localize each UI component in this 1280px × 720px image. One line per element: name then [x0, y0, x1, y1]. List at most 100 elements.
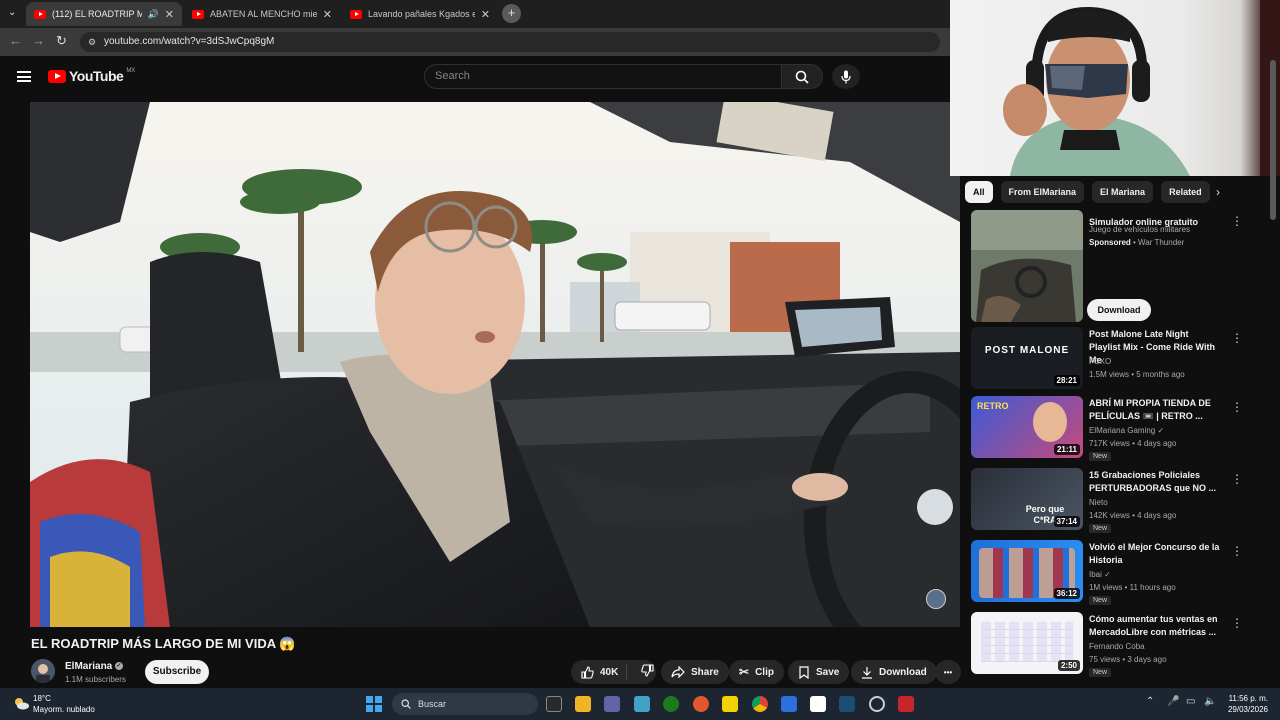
new-badge: New [1089, 452, 1112, 461]
video-thumbnail[interactable]: POST MALONE 28:21 [971, 327, 1083, 389]
video-duration: 36:12 [1053, 588, 1080, 599]
browser-tab-2[interactable]: ABATEN AL MENCHO mientras ✕ [184, 2, 340, 26]
forward-arrow-icon[interactable]: → [32, 33, 45, 48]
like-button[interactable]: 40K [571, 664, 628, 680]
download-button[interactable]: Download [851, 660, 937, 684]
subscriber-count: 1.1M subscribers [65, 675, 126, 684]
thumbnail-text: RETRO [977, 401, 1009, 411]
app-icon-circle[interactable] [869, 696, 885, 712]
chip-related[interactable]: Related [1161, 181, 1210, 203]
volume-icon[interactable]: 🔈 [1204, 696, 1216, 707]
more-vert-icon[interactable]: ⋮ [1231, 214, 1243, 228]
chevron-up-icon[interactable]: ⌃ [1146, 696, 1154, 707]
chrome-icon[interactable] [752, 696, 768, 712]
chip-from-channel[interactable]: From ElMariana [1000, 181, 1085, 203]
more-actions-button[interactable]: ••• [935, 660, 961, 684]
chip-el-mariana[interactable]: El Mariana [1092, 181, 1154, 203]
channel-name[interactable]: ElMariana ✓ [65, 661, 124, 672]
tab-title: (112) EL ROADTRIP MÁS LA [52, 9, 142, 19]
app-icon-yellow[interactable] [722, 696, 738, 712]
taskbar-search[interactable]: Buscar [392, 693, 538, 715]
video-thumbnail[interactable]: Pero que C*RA 37:14 [971, 468, 1083, 530]
ad-download-button[interactable]: Download [1087, 299, 1151, 321]
channel-avatar[interactable] [31, 659, 55, 683]
like-count: 40K [600, 666, 619, 678]
file-explorer-icon[interactable] [575, 696, 591, 712]
browser-toolbar: ← → ↻ ⚙ youtube.com/watch?v=3dSJwCpq8gM [0, 28, 950, 56]
clock-time[interactable]: 11:56 p. m. [1228, 694, 1268, 703]
app-icon-epic[interactable] [546, 696, 562, 712]
site-info-icon[interactable]: ⚙ [88, 32, 96, 52]
address-bar[interactable]: ⚙ youtube.com/watch?v=3dSJwCpq8gM [80, 32, 940, 52]
teams-icon[interactable] [604, 696, 620, 712]
youtube-logo[interactable]: YouTube MX [48, 68, 135, 84]
share-label: Share [691, 666, 719, 678]
browser-tab-1[interactable]: (112) EL ROADTRIP MÁS LA 🔊 ✕ [26, 2, 182, 26]
video-title: EL ROADTRIP MÁS LARGO DE MI VIDA 😱 [31, 636, 296, 651]
verified-icon: ✓ [1157, 426, 1165, 435]
video-thumbnail[interactable]: 36:12 [971, 540, 1083, 602]
dislike-button[interactable] [633, 664, 662, 680]
sponsored-card[interactable]: Simulador online gratuito Juego de vehíc… [971, 210, 1261, 322]
thumbs-up-icon [581, 665, 594, 679]
tab-title: ABATEN AL MENCHO mientras [210, 9, 317, 19]
browser-tab-3[interactable]: Lavando pañales Kgados en La ✕ [342, 2, 498, 26]
photos-icon[interactable] [634, 696, 650, 712]
filter-chips: All From ElMariana El Mariana Related [965, 181, 1210, 203]
search-button[interactable] [781, 64, 823, 89]
more-vert-icon[interactable]: ⋮ [1231, 472, 1243, 486]
chip-all[interactable]: All [965, 181, 993, 203]
list-item[interactable]: Pero que C*RA 37:14 15 Grabaciones Polic… [971, 468, 1261, 534]
menu-icon[interactable] [17, 71, 31, 82]
more-vert-icon[interactable]: ⋮ [1231, 544, 1243, 558]
video-duration: 2:50 [1057, 660, 1080, 671]
tab-close-icon[interactable]: ✕ [481, 8, 490, 21]
rec-channel: ElMariana Gaming ✓ [1089, 426, 1164, 435]
rec-subtitle: Juego de vehículos militares [1089, 225, 1190, 234]
more-vert-icon[interactable]: ⋮ [1231, 400, 1243, 414]
chevron-right-icon[interactable]: › [1216, 185, 1220, 199]
more-vert-icon[interactable]: ⋮ [1231, 616, 1243, 630]
app-icon-orange[interactable] [693, 696, 709, 712]
reload-icon[interactable]: ↻ [56, 33, 67, 49]
speaker-icon[interactable]: 🔊 [148, 9, 159, 20]
video-thumbnail[interactable]: 2:50 [971, 612, 1083, 674]
voice-search-button[interactable] [832, 64, 860, 89]
taskbar-search-label: Buscar [418, 699, 447, 709]
app-icon-blue[interactable] [781, 696, 797, 712]
clip-button[interactable]: ✂ Clip [729, 660, 784, 684]
tab-list-chevron-icon[interactable]: ⌄ [8, 7, 16, 18]
microphone-tray-icon[interactable]: 🎤 [1167, 696, 1179, 707]
xbox-icon[interactable] [663, 696, 679, 712]
webcam-overlay [950, 0, 1280, 176]
scrollbar[interactable] [1270, 60, 1276, 220]
channel-watermark-icon[interactable] [926, 589, 946, 609]
tab-close-icon[interactable]: ✕ [165, 8, 174, 21]
windows-start-icon[interactable] [366, 696, 382, 712]
thumbnail-dashboard [981, 622, 1073, 662]
list-item[interactable]: 2:50 Cómo aumentar tus ventas en Mercado… [971, 612, 1261, 678]
clock-date[interactable]: 29/03/2026 [1218, 705, 1268, 714]
back-arrow-icon[interactable]: ← [9, 33, 22, 48]
list-item[interactable]: POST MALONE 28:21 Post Malone Late Night… [971, 327, 1261, 389]
list-item[interactable]: RETRO 21:11 ABRÍ MI PROPIA TIENDA DE PEL… [971, 396, 1261, 462]
video-player[interactable] [30, 102, 960, 627]
capcut-icon[interactable] [810, 696, 826, 712]
verified-icon: ✓ [1104, 570, 1111, 579]
subscribe-button[interactable]: Subscribe [145, 660, 209, 684]
search-input[interactable]: Search [424, 64, 782, 89]
save-button[interactable]: Save [788, 660, 850, 684]
list-item[interactable]: 36:12 Volvió el Mejor Concurso de la His… [971, 540, 1261, 606]
rec-meta: 142K views • 4 days ago [1089, 511, 1177, 520]
more-vert-icon[interactable]: ⋮ [1231, 331, 1243, 345]
new-tab-button[interactable]: + [502, 4, 521, 23]
url-text: youtube.com/watch?v=3dSJwCpq8gM [104, 36, 275, 47]
video-thumbnail[interactable]: RETRO 21:11 [971, 396, 1083, 458]
app-icon-dark[interactable] [839, 696, 855, 712]
share-button[interactable]: Share [661, 660, 729, 684]
network-icon[interactable]: ▭ [1186, 696, 1195, 707]
rec-title: ABRÍ MI PROPIA TIENDA DE PELÍCULAS 📼 | R… [1089, 398, 1211, 421]
tab-close-icon[interactable]: ✕ [323, 8, 332, 21]
app-icon-red[interactable] [898, 696, 914, 712]
ad-thumbnail[interactable] [971, 210, 1083, 322]
